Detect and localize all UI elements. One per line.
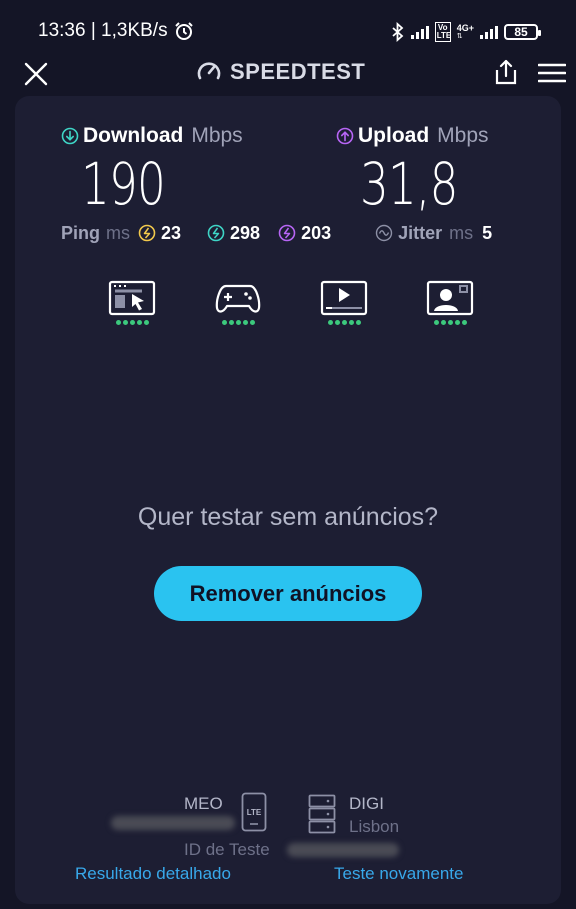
close-icon[interactable] [22,60,50,88]
browsing-rating [115,320,149,325]
status-bar: 13:36 | 1,3KB/s Vo LTE 4G+ ⇅ 85 [0,0,576,60]
test-id-label: ID de Teste [184,840,270,859]
battery-icon: 85 [504,24,541,40]
isp-name: MEO [184,794,223,813]
app-header: SPEEDTEST [0,54,576,94]
server-name: DIGI [349,794,384,813]
activity-video-call[interactable] [424,280,476,332]
download-value: 190 [81,150,166,218]
ping-idle: 23 [138,223,181,244]
detailed-result-link[interactable]: Resultado detalhado [75,864,231,884]
ping-label: Ping [61,222,100,243]
bluetooth-icon [392,22,404,42]
result-card: Download Mbps 190 Upload Mbps 31,8 Ping … [15,96,561,904]
download-arrow-icon [61,127,79,145]
server-location: Lisbon [349,817,400,836]
jitter-unit: ms [449,222,474,243]
lte-text: LTE [247,808,262,817]
activity-browsing[interactable] [106,280,158,332]
promo-text: Quer testar sem anúncios? [137,503,439,531]
server-icon [308,794,336,834]
latency-row: Ping ms 23 298 203 Jitter ms 5 [61,220,521,246]
status-time: 13:36 | 1,3KB/s [38,20,168,41]
upload-arrow-icon [336,127,354,145]
upload-label: Upload [358,124,430,147]
activity-gaming[interactable] [212,280,264,332]
ping-unit: ms [106,222,130,243]
streaming-rating [327,320,361,325]
video-play-icon [320,280,368,316]
video-call-rating [433,320,467,325]
ping-idle-value: 23 [161,222,182,243]
browsing-icon [108,280,156,316]
download-unit: Mbps [191,124,243,147]
network-type: 4G+ [456,23,474,33]
ping-upload-value: 203 [301,222,332,243]
redacted-test-id [287,843,399,857]
download-metric: Download Mbps 190 [61,124,243,218]
share-icon[interactable] [493,58,519,86]
connection-info: MEO LTE DIGI Lisbon ID de Teste Resultad… [15,786,561,896]
upload-value: 31,8 [360,150,458,218]
alarm-icon [175,22,193,40]
gamepad-icon [215,284,261,313]
upload-ping-icon [278,224,296,242]
jitter-icon [375,224,393,242]
signal-bars-1-icon [410,25,429,39]
upload-metric: Upload Mbps 31,8 [336,124,489,218]
remove-ads-button[interactable]: Remover anúncios [154,566,422,621]
download-label: Download [83,124,184,147]
lte-phone-icon: LTE [241,792,267,832]
signal-bars-2-icon [480,25,498,39]
jitter: Jitter ms 5 [375,223,492,244]
jitter-value: 5 [482,222,493,243]
app-title: SPEEDTEST [230,59,366,84]
menu-icon[interactable] [538,62,566,84]
activity-streaming[interactable] [318,280,370,332]
ping-upload: 203 [278,223,331,244]
ping-download-value: 298 [230,222,261,243]
battery-level: 85 [514,25,528,39]
volte-icon: Vo LTE [434,22,452,42]
test-again-link[interactable]: Teste novamente [334,864,463,884]
activity-ratings [103,280,483,340]
gaming-rating [221,320,255,325]
logo: SPEEDTEST [196,59,365,85]
jitter-label: Jitter [398,222,443,243]
video-call-icon [426,280,474,316]
idle-ping-icon [138,224,156,242]
download-ping-icon [207,224,225,242]
ping-download: 298 [207,223,260,244]
redacted-ip [111,816,235,830]
upload-unit: Mbps [437,124,489,147]
speedometer-icon [197,62,221,80]
